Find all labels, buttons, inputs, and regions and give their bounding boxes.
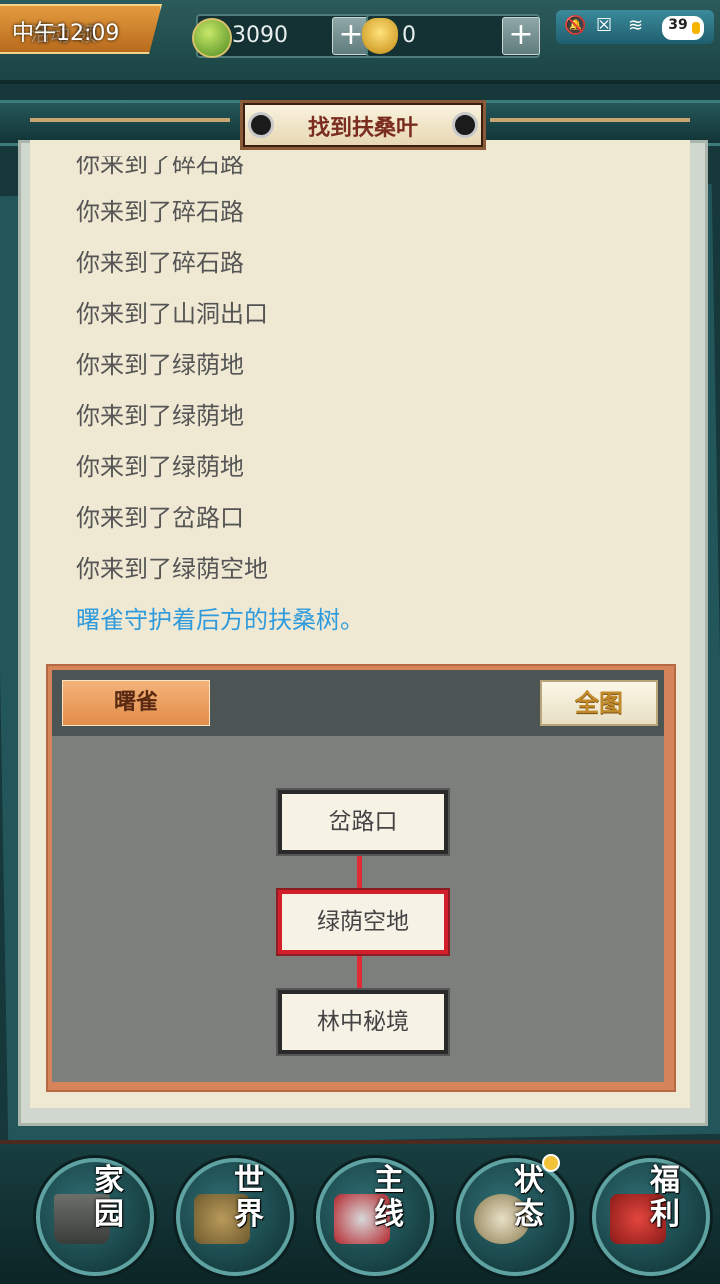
nav-world-button[interactable]: 世界 [176,1154,298,1276]
log-line: 你来到了碎石路 [76,249,244,277]
status-time: 活动 领 中午12:09 [0,4,162,54]
nav-welfare-button[interactable]: 福利 [592,1154,714,1276]
nav-main-quest-button[interactable]: 主线 [316,1154,438,1276]
nav-welfare-label: 福利 [650,1163,680,1232]
quest-title: 找到扶桑叶 [307,116,418,141]
add-gold-button[interactable]: + [502,17,540,55]
nav-status-button[interactable]: 状态 [456,1154,578,1276]
clock: 中午12:09 [12,21,120,46]
log-line: 你来到了绿荫地 [76,351,244,379]
log-line: 你来到了碎石路 [76,198,244,226]
nav-home-label: 家园 [94,1163,124,1232]
header-ornament-right [490,118,690,122]
nav-main-quest-label: 主线 [374,1163,404,1232]
nav-world-label: 世界 [234,1163,264,1232]
battery-level: 39 [668,17,688,33]
map-node-secret-realm[interactable]: 林中秘境 [278,990,448,1054]
battery-icon: 39 [662,16,704,40]
nav-home-button[interactable]: 家园 [36,1154,158,1276]
full-map-button[interactable]: 全图 [540,680,658,726]
gold-ingot-icon [362,18,398,54]
close-box-icon: ☒ [596,15,613,36]
nav-status-label: 状态 [514,1163,544,1232]
map-link [357,948,362,992]
jade-coin-icon [192,18,232,58]
wifi-icon: ≋ [628,15,644,36]
plaque-knob-left [248,112,274,138]
log-line: 你来到了绿荫空地 [76,555,268,583]
log-line: 你来到了岔路口 [76,504,244,532]
gold-resource: 0 + [362,14,540,58]
jade-amount: 3090 [232,23,288,48]
log-line: 你来到了绿荫地 [76,402,244,430]
notification-dot-icon [542,1154,560,1172]
map-node-fork[interactable]: 岔路口 [278,790,448,854]
log-line: 你来到了绿荫地 [76,453,244,481]
mute-icon: 🔕 [564,15,587,36]
plaque-knob-right [452,112,478,138]
area-tab-button[interactable]: 曙雀 [62,680,210,726]
log-line: 你来到了山洞出口 [76,300,268,328]
quest-title-plaque: 找到扶桑叶 [240,100,486,150]
header-ornament-left [30,118,230,122]
map-node-current[interactable]: 绿荫空地 [278,890,448,954]
system-status-icons: 🔕 ☒ ≋ 39 [556,10,714,44]
jade-resource: 3090 + [192,14,370,58]
gold-amount: 0 [402,23,416,48]
log-hint: 曙雀守护着后方的扶桑树。 [76,606,364,634]
